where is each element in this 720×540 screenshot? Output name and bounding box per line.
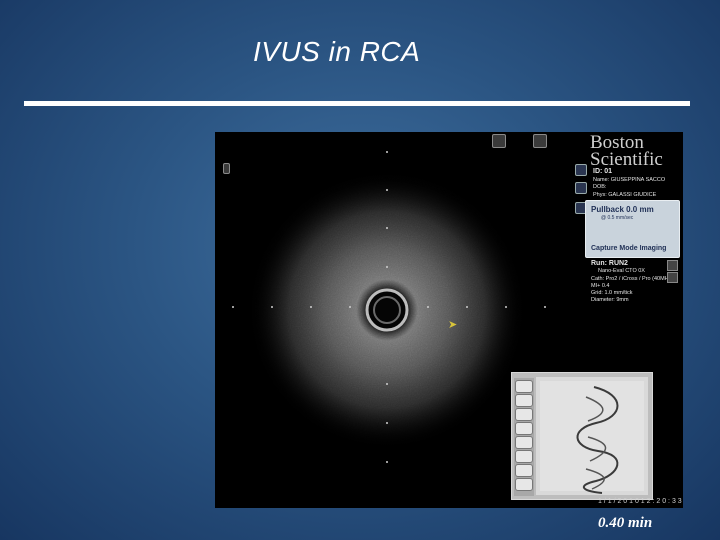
patient-name: Name: GIUSEPPINA SACCO — [593, 177, 666, 183]
grid-info: Grid: 1.0 mm/tick — [591, 290, 633, 296]
physician: Phys: GALASSI GIUDICE — [593, 192, 657, 198]
expand-icon[interactable] — [667, 272, 678, 283]
frame-button[interactable] — [515, 436, 533, 449]
ivus-viewer[interactable]: Boston Scientific ID: 01 Name: GIUSEPPIN… — [215, 132, 683, 508]
run-label: Run: RUN2 — [591, 260, 628, 267]
catheter-info: Cath: Pro2 / iCross / Pro (40MHz) — [591, 276, 674, 282]
frame-button[interactable] — [515, 450, 533, 463]
angiogram-thumbnail-panel[interactable] — [511, 372, 653, 500]
image-icon[interactable] — [575, 182, 587, 194]
angiogram-image — [536, 377, 648, 495]
arrow-cursor-icon: ➤ — [448, 319, 458, 331]
frame-button[interactable] — [515, 380, 533, 393]
settings-icon[interactable] — [575, 164, 587, 176]
frame-button[interactable] — [515, 422, 533, 435]
brand-line-2: Scientific — [590, 149, 663, 170]
frame-button[interactable] — [515, 394, 533, 407]
diameter-info: Diameter: 9mm — [591, 297, 629, 303]
mi-info: MI+ 0.4 — [591, 283, 610, 289]
pullback-title: Pullback 0.0 mm — [591, 205, 654, 214]
expand-icon[interactable] — [667, 260, 678, 271]
time-label: 0.40 min — [598, 515, 653, 531]
frame-button-column[interactable] — [514, 378, 534, 496]
frame-button[interactable] — [515, 464, 533, 477]
run-sub: Nano-Eval CTO 0X — [598, 268, 645, 274]
pullback-speed: @ 0.5 mm/sec — [601, 215, 634, 221]
patient-dob: DOB: — [593, 184, 607, 190]
brand-logo: Boston Scientific — [590, 133, 682, 170]
capture-mode-button[interactable]: Capture Mode Imaging — [591, 245, 666, 252]
frame-button[interactable] — [515, 408, 533, 421]
pullback-panel[interactable]: Pullback 0.0 mm @ 0.5 mm/sec Capture Mod… — [585, 200, 680, 258]
frame-button[interactable] — [515, 478, 533, 491]
monitor-icon[interactable] — [492, 134, 506, 148]
slide-title: IVUS in RCA — [253, 36, 421, 67]
grid-icon[interactable] — [223, 163, 230, 174]
timestamp: 1 / 1 / 2 0 1 0 1 2 : 2 0 : 3 3 — [598, 498, 682, 505]
patient-id: ID: 01 — [593, 168, 613, 175]
title-underline — [24, 101, 690, 106]
plus-icon[interactable] — [533, 134, 547, 148]
